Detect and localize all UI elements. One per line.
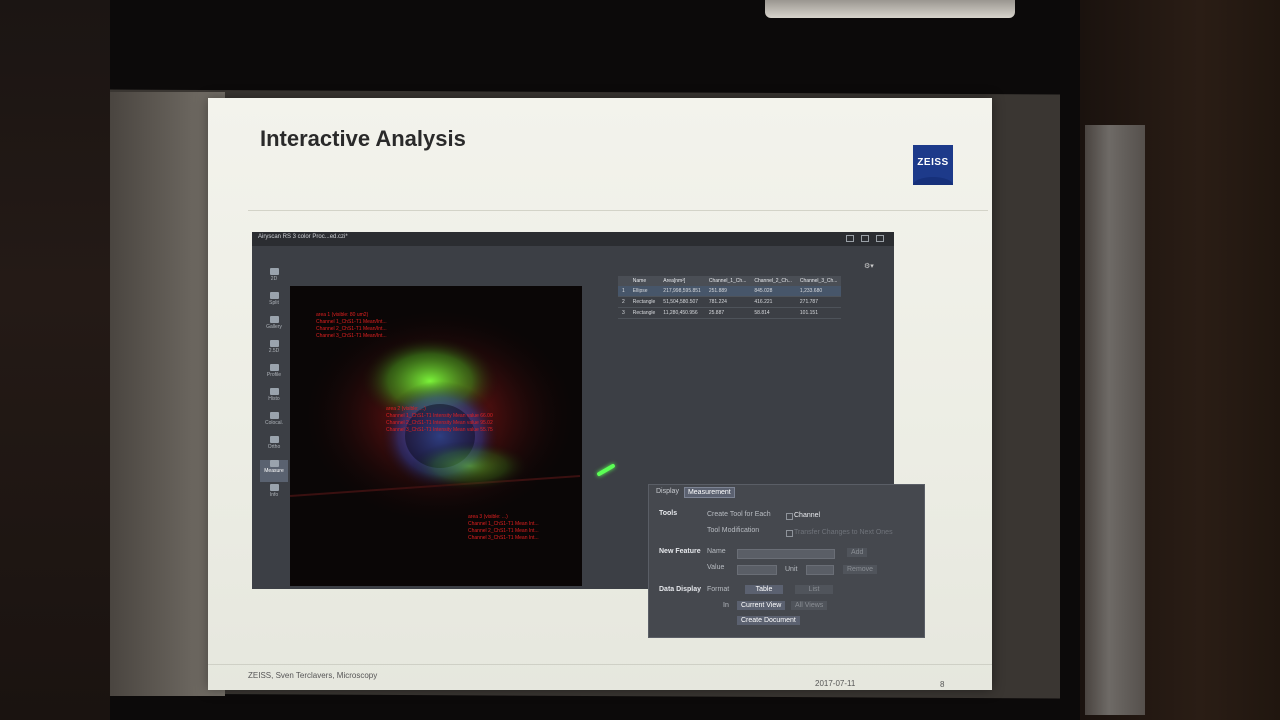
measure-icon	[269, 460, 279, 467]
title-divider	[248, 210, 988, 211]
cell: 251.889	[704, 286, 751, 297]
in-label: In	[723, 602, 729, 609]
document-tab[interactable]: Airyscan RS 3 color Proc...ed.czi*	[258, 234, 348, 240]
cell: 11,280,450.956	[659, 307, 705, 319]
view-measure-button[interactable]: Measure	[260, 460, 288, 482]
table-row[interactable]: 1 Ellipse 217,998,595.851 251.889 845.02…	[618, 286, 842, 297]
gallery-icon	[269, 316, 279, 323]
layout-icon[interactable]	[846, 235, 854, 242]
all-views-button[interactable]: All Views	[791, 601, 828, 610]
cell: Rectangle	[628, 296, 660, 308]
format-list-button[interactable]: List	[795, 585, 833, 594]
measurement-table: Name Area[nm²] Channel_1_Ch... Channel_2…	[618, 276, 878, 336]
view-25d-button[interactable]: 2.5D	[260, 340, 288, 362]
table-row[interactable]: 3 Rectangle 11,280,450.956 25.887 58.814…	[618, 307, 842, 319]
microscopy-image[interactable]: area 1 (visible: 80 um2) Channel 1_ChS1-…	[290, 286, 582, 586]
new-feature-section-label: New Feature	[659, 548, 701, 555]
view-histo-button[interactable]: Histo	[260, 388, 288, 410]
zeiss-logo: ZEISS	[913, 145, 953, 185]
value-label: Value	[707, 564, 725, 571]
gear-menu-icon[interactable]: ⚙▾	[864, 262, 874, 270]
view-gallery-button[interactable]: Gallery	[260, 316, 288, 338]
feature-value-input[interactable]	[737, 565, 777, 575]
view-colocal-button[interactable]: Colocal.	[260, 412, 288, 434]
presentation-slide: Interactive Analysis ZEISS Airyscan RS 3…	[208, 98, 992, 690]
view-ortho-button[interactable]: Ortho	[260, 436, 288, 458]
cell: 58.814	[750, 307, 796, 319]
view-profile-button[interactable]: Profile	[260, 364, 288, 386]
view-split-button[interactable]: Split	[260, 292, 288, 314]
col-header-ch2[interactable]: Channel_2_Ch...	[750, 276, 796, 286]
cell: 217,998,595.851	[659, 286, 705, 297]
create-document-button[interactable]: Create Document	[737, 616, 800, 625]
col-header-name[interactable]: Name	[628, 276, 660, 286]
name-label: Name	[707, 548, 726, 555]
profile-icon	[269, 364, 279, 371]
tool-modification-label: Tool Modification	[707, 527, 760, 534]
footer-date: 2017-07-11	[815, 679, 856, 688]
tab-measurement[interactable]: Measurement	[683, 487, 735, 498]
measurement-panel: Display Measurement Tools Create Tool fo…	[648, 484, 925, 638]
create-tool-label: Create Tool for Each	[707, 511, 771, 518]
cell: 2	[618, 296, 629, 308]
wall-panel	[1085, 125, 1145, 715]
split-view-icon[interactable]	[861, 235, 869, 242]
view-toolbar: 2D Split Gallery 2.5D Profile Histo Colo…	[260, 266, 288, 498]
footer-divider	[208, 664, 992, 665]
info-icon	[269, 484, 279, 491]
cell: 3	[618, 307, 629, 319]
tab-display[interactable]: Display	[653, 487, 682, 498]
current-view-button[interactable]: Current View	[737, 601, 786, 610]
tools-section-label: Tools	[659, 510, 678, 517]
channel-label: Channel	[794, 512, 821, 519]
footer-author: ZEISS, Sven Terclavers, Microscopy	[248, 671, 378, 680]
2d-icon	[269, 268, 279, 275]
cell: Ellipse	[628, 286, 660, 297]
remove-button[interactable]: Remove	[843, 565, 878, 574]
split-icon	[269, 292, 279, 299]
unit-label: Unit	[785, 566, 798, 573]
slide-title: Interactive Analysis	[260, 126, 466, 151]
cell: 1,233.680	[795, 286, 842, 297]
view-info-button[interactable]: Info	[260, 484, 288, 506]
data-display-section-label: Data Display	[659, 586, 702, 593]
col-header-ch3[interactable]: Channel_3_Ch...	[795, 276, 842, 286]
histogram-icon	[269, 388, 279, 395]
transfer-checkbox[interactable]	[786, 530, 793, 537]
cell: 101.151	[795, 307, 842, 319]
annotation-area-3: area 3 (visible: ...) Channel 1_ChS1-T1 …	[468, 514, 539, 541]
cell: 25.887	[704, 307, 751, 319]
feature-unit-input[interactable]	[806, 565, 834, 575]
annotation-area-2: area 2 (visible: ...) Channel 1_ChS1-T1 …	[386, 406, 493, 433]
surface-icon	[269, 340, 279, 347]
ortho-icon	[269, 436, 279, 443]
format-label: Format	[707, 586, 730, 593]
channel-checkbox[interactable]	[786, 513, 793, 520]
col-header-index[interactable]	[618, 276, 629, 286]
app-titlebar: Airyscan RS 3 color Proc...ed.czi*	[252, 232, 894, 246]
col-header-area[interactable]: Area[nm²]	[659, 276, 705, 286]
transfer-changes-label: Transfer Changes to Next Ones	[794, 529, 893, 536]
colocalization-icon	[269, 412, 279, 419]
cell: 416.221	[750, 296, 796, 308]
table-row[interactable]: 2 Rectangle 51,504,580.507 781.224 416.2…	[618, 296, 842, 308]
cell: 781.224	[704, 296, 751, 308]
feature-name-input[interactable]	[737, 549, 835, 559]
add-button[interactable]: Add	[847, 548, 868, 557]
cell: Rectangle	[628, 307, 660, 319]
view-2d-button[interactable]: 2D	[260, 268, 288, 290]
cell: 271.787	[795, 296, 842, 308]
cell: 1	[618, 286, 629, 297]
col-header-ch1[interactable]: Channel_1_Ch...	[704, 276, 751, 286]
settings-icon[interactable]	[876, 235, 884, 242]
format-table-button[interactable]: Table	[745, 585, 783, 594]
room-left-wall	[0, 0, 110, 720]
footer-page-number: 8	[940, 680, 945, 689]
projector	[765, 0, 1015, 18]
cell: 51,504,580.507	[659, 296, 705, 308]
annotation-area-1: area 1 (visible: 80 um2) Channel 1_ChS1-…	[316, 312, 387, 339]
cell: 845.028	[750, 286, 796, 297]
